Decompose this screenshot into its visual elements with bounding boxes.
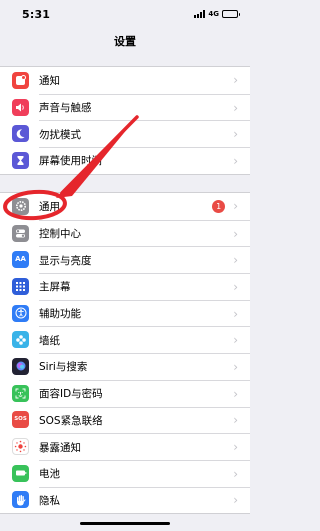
exposure-icon	[12, 438, 29, 456]
row-label: 墙纸	[39, 334, 60, 347]
row-label: 勿扰模式	[39, 128, 81, 141]
settings-row-sounds[interactable]: 声音与触感 ›	[0, 93, 250, 121]
battery-icon	[12, 464, 29, 482]
sos-icon: SOS	[12, 411, 29, 429]
settings-row-siri[interactable]: Siri与搜索 ›	[0, 353, 250, 380]
settings-row-control-center[interactable]: 控制中心 ›	[0, 219, 250, 247]
chevron-right-icon: ›	[233, 466, 238, 481]
row-label: 主屏幕	[39, 281, 71, 294]
row-label: 辅助功能	[39, 308, 81, 321]
settings-group-1: 通知 › 声音与触感 › 勿扰模式 › 屏幕使用时间 ›	[0, 66, 250, 175]
chevron-right-icon: ›	[233, 333, 238, 348]
grid-icon	[12, 277, 29, 295]
row-label: 声音与触感	[39, 102, 92, 115]
chevron-right-icon: ›	[233, 127, 238, 142]
flower-icon	[12, 331, 29, 349]
chevron-right-icon: ›	[233, 493, 238, 508]
chevron-right-icon: ›	[233, 440, 238, 455]
chevron-right-icon: ›	[233, 253, 238, 268]
chevron-right-icon: ›	[233, 153, 238, 168]
accessibility-icon	[12, 304, 29, 322]
row-label: 屏幕使用时间	[39, 155, 102, 168]
chevron-right-icon: ›	[233, 279, 238, 294]
row-label: 通用	[39, 200, 60, 213]
settings-group-2: 通用 1 › 控制中心 › AA 显示与亮度 › 主屏幕 › 辅助功能 › 墙纸…	[0, 192, 250, 515]
chevron-right-icon: ›	[233, 413, 238, 428]
settings-row-general[interactable]: 通用 1 ›	[0, 193, 250, 220]
settings-row-accessibility[interactable]: 辅助功能 ›	[0, 299, 250, 327]
row-label: 通知	[39, 74, 60, 87]
row-label: SOS紧急联络	[39, 414, 103, 427]
settings-row-face-id[interactable]: 面容ID与密码 ›	[0, 379, 250, 407]
siri-icon	[12, 357, 29, 375]
status-right: 4G	[194, 10, 240, 18]
settings-row-exposure-notifications[interactable]: 暴露通知 ›	[0, 433, 250, 460]
settings-row-home-screen[interactable]: 主屏幕 ›	[0, 273, 250, 300]
gear-icon	[12, 197, 29, 215]
row-label: 控制中心	[39, 228, 81, 241]
status-bar: 5:31 4G	[0, 0, 250, 28]
hourglass-icon	[12, 151, 29, 169]
faceid-icon	[12, 384, 29, 402]
moon-icon	[12, 125, 29, 143]
settings-row-privacy[interactable]: 隐私 ›	[0, 486, 250, 514]
settings-row-battery[interactable]: 电池 ›	[0, 459, 250, 487]
network-type: 4G	[208, 10, 219, 18]
aa-icon: AA	[12, 251, 29, 269]
row-label: 显示与亮度	[39, 254, 92, 267]
home-indicator	[80, 522, 170, 525]
settings-row-screen-time[interactable]: 屏幕使用时间 ›	[0, 147, 250, 174]
row-label: 面容ID与密码	[39, 388, 103, 401]
row-label: Siri与搜索	[39, 361, 88, 374]
update-badge: 1	[212, 199, 226, 213]
settings-row-emergency-sos[interactable]: SOS SOS紧急联络 ›	[0, 406, 250, 434]
row-label: 隐私	[39, 494, 60, 507]
chevron-right-icon: ›	[233, 73, 238, 88]
chevron-right-icon: ›	[233, 199, 238, 214]
hand-icon	[12, 491, 29, 509]
chevron-right-icon: ›	[233, 359, 238, 374]
status-time: 5:31	[22, 7, 51, 21]
signal-icon	[194, 10, 206, 18]
chevron-right-icon: ›	[233, 386, 238, 401]
settings-row-do-not-disturb[interactable]: 勿扰模式 ›	[0, 120, 250, 147]
row-label: 暴露通知	[39, 441, 81, 454]
row-label: 电池	[39, 468, 60, 481]
settings-row-wallpaper[interactable]: 墙纸 ›	[0, 326, 250, 353]
settings-row-notifications[interactable]: 通知 ›	[0, 67, 250, 94]
chevron-right-icon: ›	[233, 226, 238, 241]
chevron-right-icon: ›	[233, 100, 238, 115]
notification-icon	[12, 71, 29, 89]
chevron-right-icon: ›	[233, 306, 238, 321]
battery-status-icon	[222, 10, 240, 18]
toggle-icon	[12, 224, 29, 242]
settings-row-display[interactable]: AA 显示与亮度 ›	[0, 246, 250, 273]
page-title: 设置	[114, 35, 136, 48]
speaker-icon	[12, 98, 29, 116]
